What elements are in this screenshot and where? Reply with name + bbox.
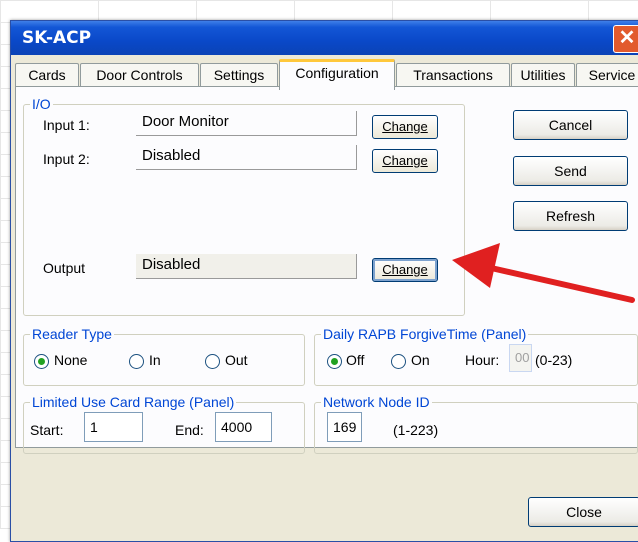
arrow-shaft <box>475 262 635 303</box>
tab-configuration[interactable]: Configuration <box>279 59 395 90</box>
arrow-head <box>452 243 500 288</box>
